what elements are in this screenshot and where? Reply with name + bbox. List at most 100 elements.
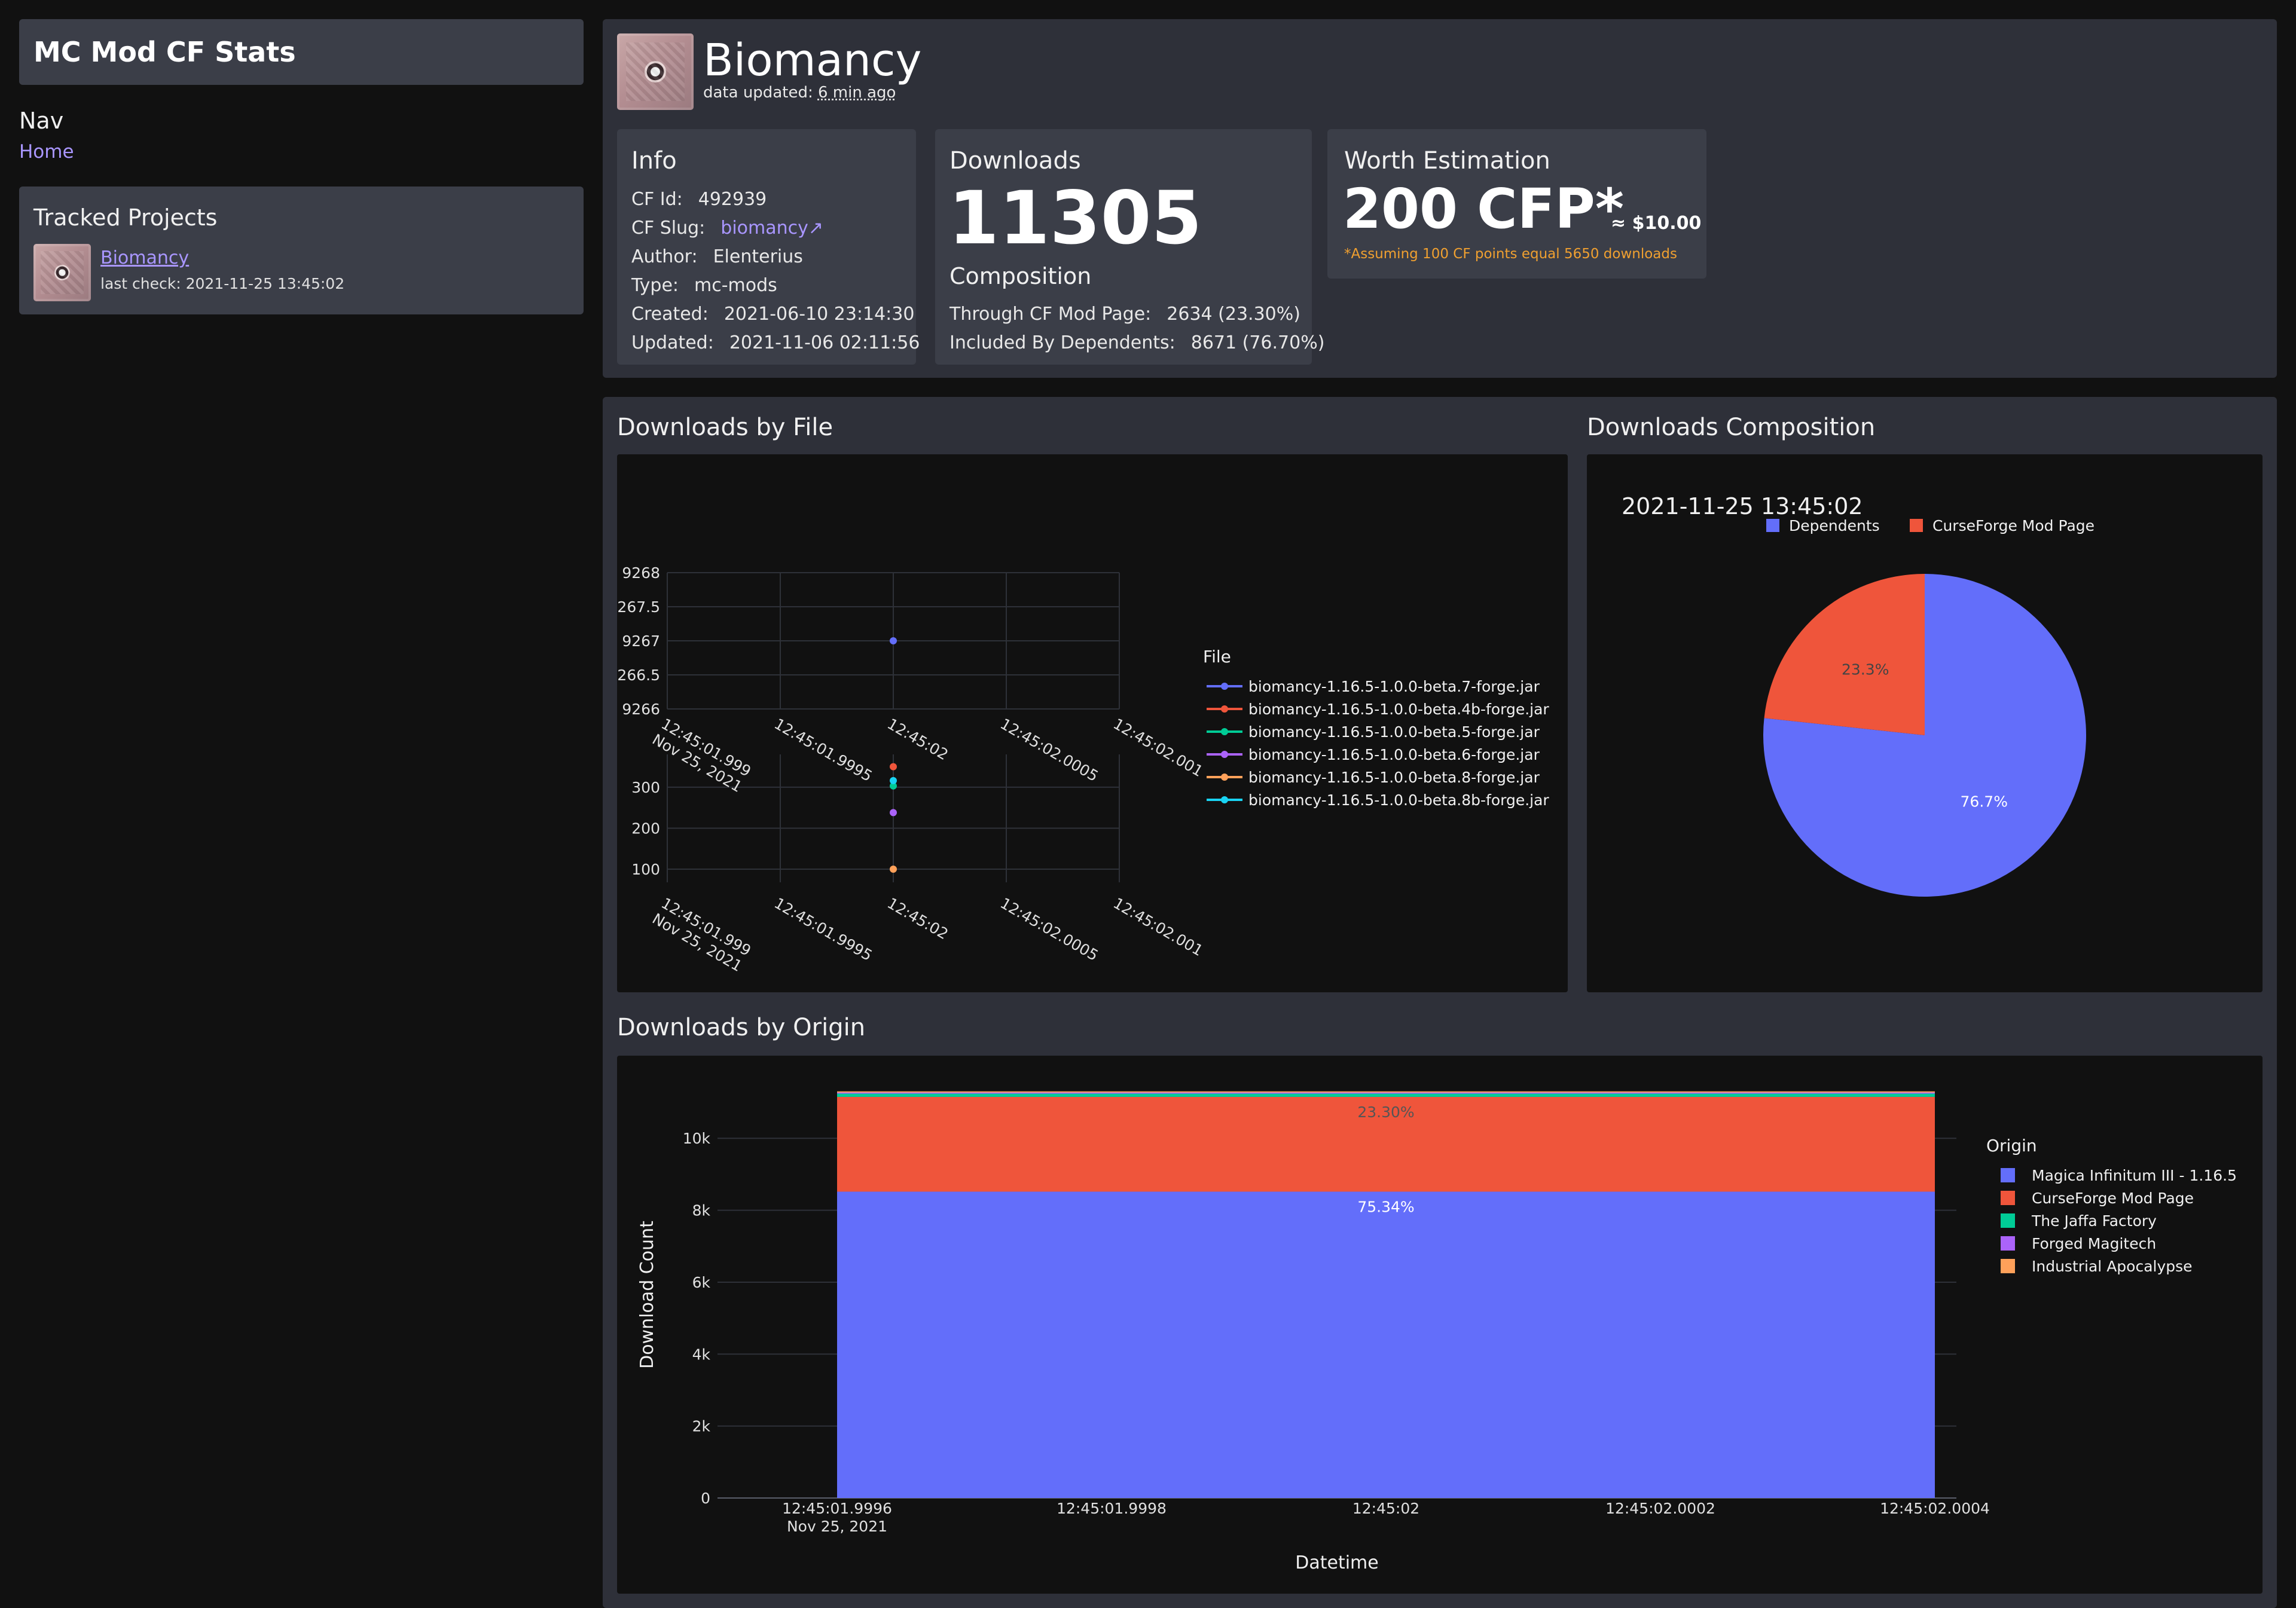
downloads-by-file-title: Downloads by File [617,414,833,441]
nav-heading: Nav [19,108,64,134]
origin-chart-y-tick: 0 [701,1490,710,1507]
info-type-label: Type: [631,275,679,296]
origin-chart-legend-swatch [2001,1191,2015,1205]
file-chart-y-tick: 300 [631,779,660,796]
origin-chart-area [837,1093,1935,1097]
project-logo-icon [617,33,694,110]
origin-chart-legend-swatch [2001,1259,2015,1273]
downloads-composition-chart[interactable]: 2021-11-25 13:45:02Dependents CurseForge … [1587,454,2263,992]
file-chart-legend-label: biomancy-1.16.5-1.0.0-beta.5-forge.jar [1248,723,1540,741]
downloads-total: 11305 [948,176,1202,261]
downloads-by-origin-chart[interactable]: 0 2k 4k 6k 8k 10k 12:45:01.9996 Nov 25, 2021 12:… [617,1056,2263,1594]
origin-chart-y-axis-title: Download Count [637,1221,658,1369]
included-by-dependents-row: Included By Dependents: 8671 (76.70%) [949,332,1324,353]
worth-heading: Worth Estimation [1344,147,1550,175]
file-chart-legend-label: biomancy-1.16.5-1.0.0-beta.8b-forge.jar [1248,791,1549,809]
tracked-projects-heading: Tracked Projects [33,204,218,231]
origin-chart-x-tick: 12:45:02.0004 [1880,1500,1990,1517]
data-updated: data updated: 6 min ago [703,84,896,102]
downloads-by-origin-plot[interactable]: 0 2k 4k 6k 8k 10k 12:45:01.9996 Nov 25, 2021 12:… [617,1056,2263,1594]
origin-chart-legend-swatch [2001,1236,2015,1251]
file-chart-legend-marker [1221,774,1228,781]
file-chart-legend-marker [1221,683,1228,690]
project-title: Biomancy [703,35,922,86]
pie-chart-title: 2021-11-25 13:45:02 [1622,493,1863,519]
project-thumbnail-icon[interactable] [33,244,91,301]
origin-chart-x-tick: 12:45:01.9998 [1057,1500,1167,1517]
app-title: MC Mod CF Stats [33,36,296,68]
file-chart-x-tick: 12:45:01.999Nov 25, 2021 [649,715,754,796]
info-updated-label: Updated: [631,332,714,353]
through-mod-page-row: Through CF Mod Page: 2634 (23.30%) [949,304,1300,325]
pie-chart-slice [1764,574,1925,735]
file-chart-y-tick: 200 [631,820,660,837]
origin-chart-legend-swatch [2001,1168,2015,1182]
data-updated-value: 6 min ago [817,84,896,102]
origin-chart-x-tick: 12:45:02.0002 [1605,1500,1715,1517]
pie-chart-legend-swatch [1910,519,1923,532]
info-author: Author: Elenterius [631,246,803,267]
downloads-composition-plot[interactable]: 2021-11-25 13:45:02 Dependents CurseForge … [1587,454,2263,992]
info-type: Type: mc-mods [631,275,777,296]
file-chart-y-tick: 100 [631,861,660,878]
through-mod-page-value: 2634 (23.30%) [1167,304,1300,325]
file-chart-legend-marker [1221,796,1228,803]
file-chart-legend-label: biomancy-1.16.5-1.0.0-beta.7-forge.jar [1248,678,1540,695]
origin-chart-area-label: 23.30% [1357,1103,1414,1121]
app-title-card: MC Mod CF Stats [19,19,584,85]
nav-home-link[interactable]: Home [19,141,74,163]
charts-panel: Downloads by File Downloads Composition … [603,397,2277,1608]
origin-chart-legend-label: The Jaffa Factory [2031,1212,2157,1230]
file-chart-point [890,777,897,784]
file-chart-x-tick: 12:45:02 [884,715,951,763]
tracked-project-last-check: last check: 2021-11-25 13:45:02 [100,275,345,292]
file-chart-legend-label: biomancy-1.16.5-1.0.0-beta.8-forge.jar [1248,769,1540,786]
downloads-by-file-plot[interactable]: 9268 9,267.5 9267 9,266.5 9266 300 200 100 12:45… [617,454,1568,992]
file-chart-y-tick: 9,266.5 [617,667,660,684]
downloads-card: Downloads 11305 Composition Through CF M… [935,129,1324,365]
origin-chart-legend-label: Forged Magitech [2032,1235,2156,1252]
info-cf-id: CF Id: 492939 [631,189,767,210]
info-heading: Info [631,147,677,175]
origin-chart-x-tick: 12:45:02 [1352,1500,1419,1517]
included-by-dependents-value: 8671 (76.70%) [1190,332,1325,353]
origin-chart-legend-swatch [2001,1213,2015,1228]
file-chart-y-tick: 9266 [622,701,660,718]
origin-chart-y-tick: 10k [683,1130,711,1147]
file-chart-x-tick: 12:45:02.001 [1110,894,1206,959]
pie-chart-legend-label: Dependents [1789,517,1880,534]
tracked-project-link[interactable]: Biomancy [100,247,189,268]
pie-chart-slice-label: 23.3% [1842,661,1889,678]
file-chart-legend-marker [1221,751,1228,758]
info-created: Created: 2021-06-10 23:14:30 [631,304,914,325]
included-by-dependents-label: Included By Dependents: [949,332,1176,353]
file-chart-x-tick: 12:45:02.001 [1110,715,1206,780]
tracked-projects-card: Tracked Projects Biomancy last check: 20… [19,187,584,314]
origin-chart-y-tick: 8k [692,1202,711,1219]
info-card: Info CF Id: 492939 CF Slug: biomancy↗ Auth… [617,129,920,365]
info-cf-slug-label: CF Slug: [631,218,706,239]
file-chart-x-tick: 12:45:02.0005 [997,894,1101,964]
origin-chart-y-tick: 2k [692,1418,711,1435]
downloads-by-file-chart[interactable]: 9268 9,267.5 9267 9,266.5 9266 300 200 100 12:45… [617,454,1568,992]
file-chart-point [890,637,897,644]
file-chart-point [890,763,897,771]
file-chart-x-tick: 12:45:01.999Nov 25, 2021 [649,894,754,975]
worth-note: *Assuming 100 CF points equal 5650 downl… [1344,246,1677,262]
file-chart-point [890,866,897,873]
cf-slug-link[interactable]: biomancy↗ [720,218,823,239]
file-chart-legend-label: biomancy-1.16.5-1.0.0-beta.6-forge.jar [1248,746,1540,763]
info-updated: Updated: 2021-11-06 02:11:56 [631,332,920,353]
origin-chart-x-axis-title: Datetime [1295,1552,1378,1573]
origin-chart-area-label: 75.34% [1357,1198,1414,1215]
origin-chart-y-tick: 4k [692,1346,711,1363]
info-created-label: Created: [631,304,709,325]
worth-value: 200 CFP* [1343,177,1624,241]
pie-chart-slice-label: 76.7% [1961,793,2008,810]
origin-chart-legend-title: Origin [1986,1136,2037,1155]
through-mod-page-label: Through CF Mod Page: [949,304,1152,325]
file-chart-x-tick: 12:45:01.9995 [771,715,875,785]
data-updated-label: data updated: [703,84,813,102]
file-chart-point [890,809,897,817]
origin-chart-y-tick: 6k [692,1274,711,1291]
